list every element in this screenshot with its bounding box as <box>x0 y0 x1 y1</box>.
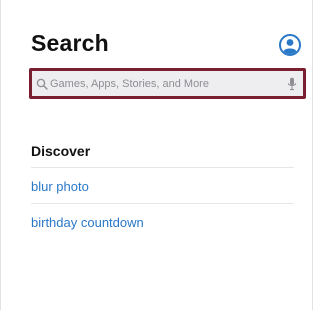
discover-item[interactable]: birthday countdown <box>31 215 144 230</box>
search-input-placeholder[interactable]: Games, Apps, Stories, and More <box>50 78 287 90</box>
search-bar[interactable]: Games, Apps, Stories, and More <box>29 68 306 99</box>
page-title: Search <box>31 30 109 56</box>
divider <box>31 167 294 168</box>
search-icon <box>36 78 48 90</box>
app-store-search-screen: Search Games, Apps, Stories, and More Di… <box>0 0 313 310</box>
microphone-icon[interactable] <box>287 77 297 91</box>
discover-item[interactable]: blur photo <box>31 179 89 194</box>
discover-heading: Discover <box>31 143 91 159</box>
divider <box>31 203 294 204</box>
person-circle-icon[interactable] <box>279 34 301 56</box>
